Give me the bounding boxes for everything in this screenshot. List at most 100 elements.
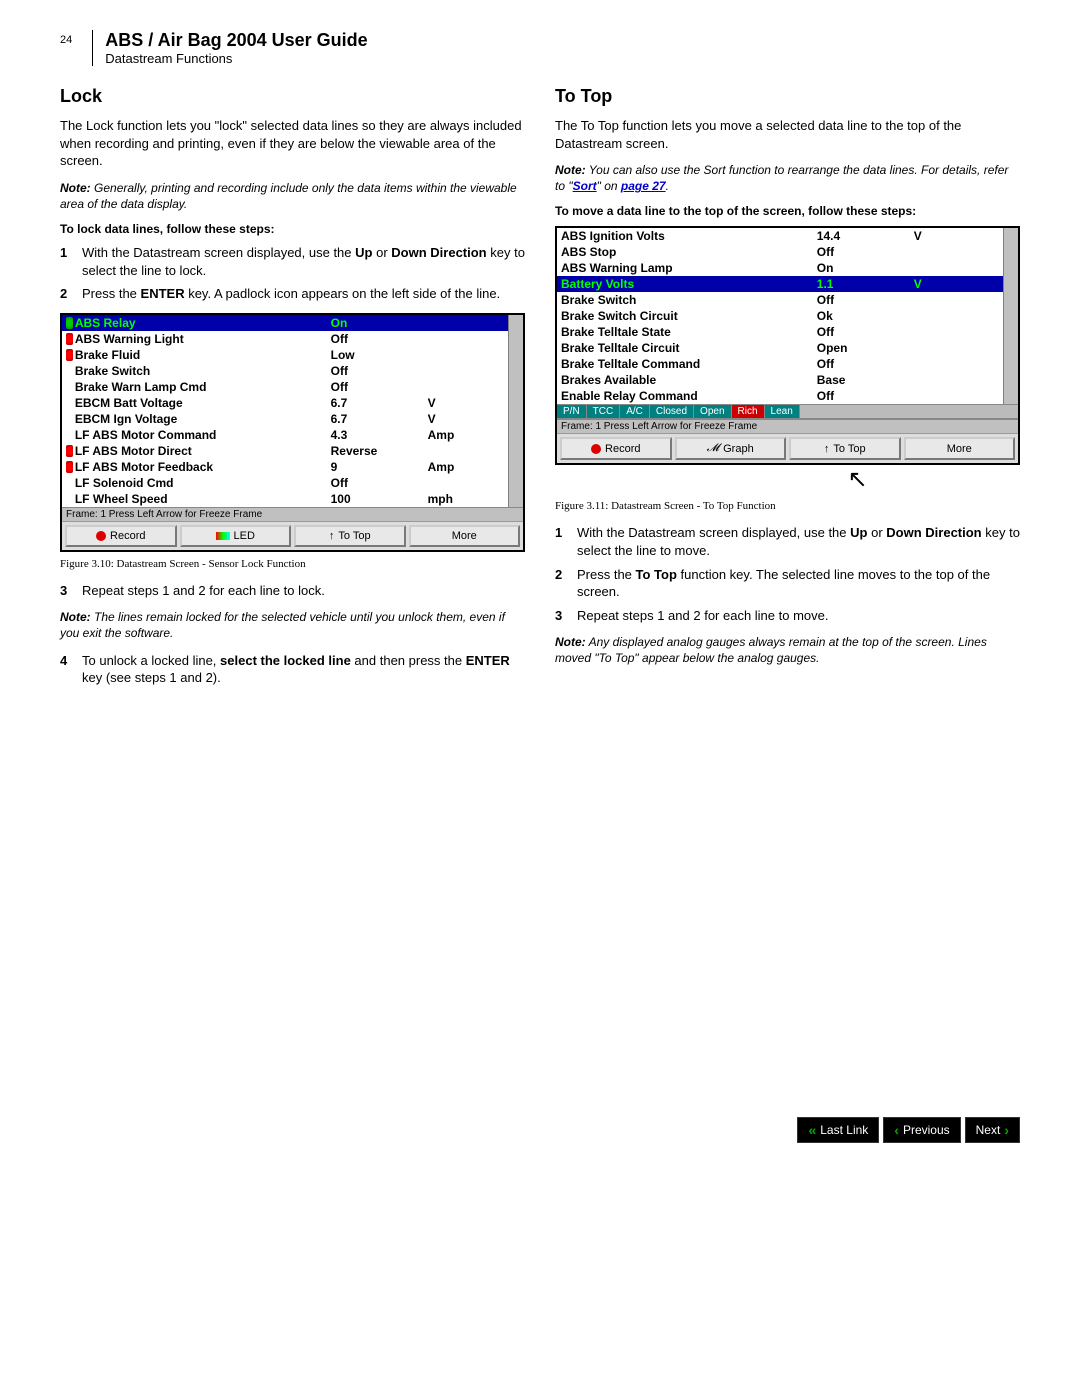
totop-intro: The To Top function lets you move a sele… <box>555 117 1020 152</box>
row-value: Off <box>817 357 914 371</box>
note-text: Generally, printing and recording includ… <box>60 181 517 211</box>
data-row[interactable]: LF ABS Motor DirectReverse <box>62 443 523 459</box>
lock-note: Note: Generally, printing and recording … <box>60 180 525 212</box>
graph-button[interactable]: 𝓜Graph <box>675 437 787 460</box>
data-row[interactable]: Brake Telltale CircuitOpen <box>557 340 1018 356</box>
status-tab[interactable]: Rich <box>732 405 765 418</box>
data-row[interactable]: LF ABS Motor Command4.3Amp <box>62 427 523 443</box>
double-left-arrow-icon: « <box>808 1122 816 1138</box>
row-value: Off <box>331 332 428 346</box>
page-27-link[interactable]: page 27 <box>621 179 666 193</box>
data-row[interactable]: Brake Warn Lamp CmdOff <box>62 379 523 395</box>
data-row[interactable]: Brakes AvailableBase <box>557 372 1018 388</box>
data-row[interactable]: Brake Telltale StateOff <box>557 324 1018 340</box>
button-bar: Record 𝓜Graph ↑To Top More <box>557 433 1018 463</box>
last-link-button[interactable]: «Last Link <box>797 1117 879 1143</box>
note-label: Note: <box>555 163 586 177</box>
data-row[interactable]: Brake Telltale CommandOff <box>557 356 1018 372</box>
frame-line: Frame: 1 Press Left Arrow for Freeze Fra… <box>557 419 1018 433</box>
to-top-button[interactable]: ↑To Top <box>294 525 406 547</box>
more-button[interactable]: More <box>409 525 521 547</box>
row-name: Brake Switch Circuit <box>561 309 817 323</box>
row-name: ABS Relay <box>75 316 331 330</box>
list-item: 1With the Datastream screen displayed, u… <box>60 244 525 279</box>
to-top-button[interactable]: ↑To Top <box>789 437 901 460</box>
row-value: Off <box>331 380 428 394</box>
row-value: Reverse <box>331 444 428 458</box>
footer-nav: «Last Link ‹Previous Next› <box>0 1107 1080 1163</box>
record-icon <box>591 444 601 454</box>
left-column: Lock The Lock function lets you "lock" s… <box>60 86 525 697</box>
row-name: LF ABS Motor Command <box>75 428 331 442</box>
data-row[interactable]: Brake SwitchOff <box>557 292 1018 308</box>
tab-bar: P/NTCCA/CClosedOpenRichLean <box>557 404 1018 419</box>
totop-steps-list: 1With the Datastream screen displayed, u… <box>555 524 1020 624</box>
data-row[interactable]: Brake Switch CircuitOk <box>557 308 1018 324</box>
page-header: 24 ABS / Air Bag 2004 User Guide Datastr… <box>60 30 1020 66</box>
row-name: Enable Relay Command <box>561 389 817 403</box>
row-name: Brake Telltale Circuit <box>561 341 817 355</box>
totop-note: Note: You can also use the Sort function… <box>555 162 1020 194</box>
totop-heading: To Top <box>555 86 1020 107</box>
row-value: Base <box>817 373 914 387</box>
row-unit: Amp <box>428 460 507 474</box>
record-button[interactable]: Record <box>65 525 177 547</box>
data-row[interactable]: EBCM Ign Voltage6.7V <box>62 411 523 427</box>
row-name: ABS Ignition Volts <box>561 229 817 243</box>
note-label: Note: <box>555 635 586 649</box>
figure-3-10: ABS RelayOnABS Warning LightOffBrake Flu… <box>60 313 525 552</box>
status-tab[interactable]: Lean <box>765 405 800 418</box>
sort-link[interactable]: Sort <box>573 179 597 193</box>
lock-steps2-list: 3Repeat steps 1 and 2 for each line to l… <box>60 582 525 600</box>
row-name: LF ABS Motor Feedback <box>75 460 331 474</box>
page-number: 24 <box>60 34 72 46</box>
row-value: Off <box>817 293 914 307</box>
row-value: 14.4 <box>817 229 914 243</box>
lock-icon <box>66 461 73 473</box>
lock-steps-intro: To lock data lines, follow these steps: <box>60 222 525 236</box>
data-row[interactable]: LF Wheel Speed100mph <box>62 491 523 507</box>
data-row[interactable]: EBCM Batt Voltage6.7V <box>62 395 523 411</box>
next-button[interactable]: Next› <box>965 1117 1020 1143</box>
data-row[interactable]: LF Solenoid CmdOff <box>62 475 523 491</box>
led-icon <box>216 532 230 540</box>
row-unit: V <box>914 229 993 243</box>
totop-steps-intro: To move a data line to the top of the sc… <box>555 204 1020 218</box>
header-divider <box>92 30 93 66</box>
status-tab[interactable]: Open <box>694 405 731 418</box>
row-value: Low <box>331 348 428 362</box>
data-row[interactable]: ABS StopOff <box>557 244 1018 260</box>
data-row[interactable]: Brake SwitchOff <box>62 363 523 379</box>
row-name: LF ABS Motor Direct <box>75 444 331 458</box>
lock-heading: Lock <box>60 86 525 107</box>
row-value: Ok <box>817 309 914 323</box>
status-tab[interactable]: TCC <box>587 405 621 418</box>
data-row[interactable]: ABS Ignition Volts14.4V <box>557 228 1018 244</box>
list-item: 3Repeat steps 1 and 2 for each line to l… <box>60 582 525 600</box>
doc-title: ABS / Air Bag 2004 User Guide <box>105 30 367 51</box>
data-row[interactable]: Enable Relay CommandOff <box>557 388 1018 404</box>
led-button[interactable]: LED <box>180 525 292 547</box>
data-row[interactable]: ABS Warning LampOn <box>557 260 1018 276</box>
row-unit: V <box>914 277 993 291</box>
data-row[interactable]: Battery Volts1.1V <box>557 276 1018 292</box>
up-arrow-icon: ↑ <box>329 530 335 542</box>
data-row[interactable]: LF ABS Motor Feedback9Amp <box>62 459 523 475</box>
row-value: Off <box>817 389 914 403</box>
row-value: 9 <box>331 460 428 474</box>
status-tab[interactable]: Closed <box>650 405 694 418</box>
lock-icon <box>66 317 73 329</box>
data-row[interactable]: ABS Warning LightOff <box>62 331 523 347</box>
list-item: 1With the Datastream screen displayed, u… <box>555 524 1020 559</box>
status-tab[interactable]: A/C <box>620 405 650 418</box>
status-tab[interactable]: P/N <box>557 405 587 418</box>
previous-button[interactable]: ‹Previous <box>883 1117 960 1143</box>
more-button[interactable]: More <box>904 437 1016 460</box>
totop-note2: Note: Any displayed analog gauges always… <box>555 634 1020 666</box>
note-text: The lines remain locked for the selected… <box>60 610 505 640</box>
data-row[interactable]: ABS RelayOn <box>62 315 523 331</box>
data-row[interactable]: Brake FluidLow <box>62 347 523 363</box>
list-item: 3Repeat steps 1 and 2 for each line to m… <box>555 607 1020 625</box>
record-button[interactable]: Record <box>560 437 672 460</box>
row-value: 6.7 <box>331 396 428 410</box>
